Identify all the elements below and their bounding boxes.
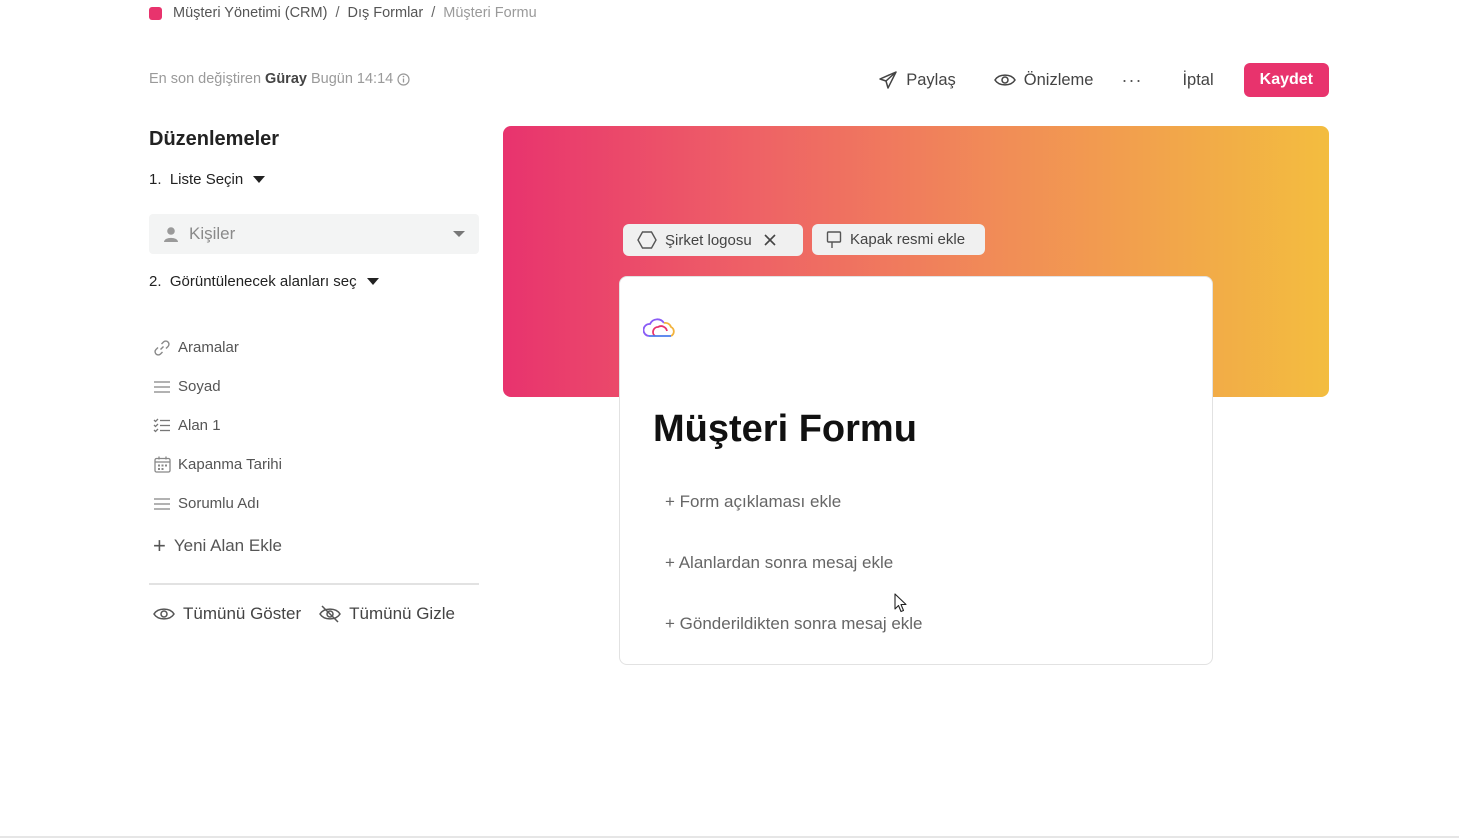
checklist-icon: [152, 418, 172, 433]
field-label: Kapanma Tarihi: [178, 456, 282, 473]
eye-icon: [993, 74, 1016, 86]
field-item-soyad[interactable]: Soyad: [152, 367, 282, 406]
workspace-color-dot: [149, 6, 162, 20]
form-title[interactable]: Müşteri Formu: [653, 408, 917, 451]
send-icon: [879, 71, 897, 89]
add-message-after-submit[interactable]: + Gönderildikten sonra mesaj ekle: [665, 614, 923, 634]
hexagon-icon: [637, 231, 657, 249]
caret-down-icon[interactable]: [366, 278, 379, 285]
add-cover-label: Kapak resmi ekle: [850, 231, 966, 248]
breadcrumb-current: Müşteri Formu: [443, 5, 537, 21]
cloud-logo-icon[interactable]: [642, 317, 677, 344]
mouse-cursor-icon: [894, 593, 908, 618]
show-all-button[interactable]: Tümünü Göster: [153, 604, 301, 624]
step-select-fields-label: 2. Görüntülenecek alanları seç: [149, 273, 357, 290]
person-icon: [164, 226, 178, 242]
hide-all-button[interactable]: Tümünü Gizle: [319, 604, 455, 624]
field-item-alan-1[interactable]: Alan 1: [152, 406, 282, 445]
field-label: Soyad: [178, 378, 221, 395]
field-label: Sorumlu Adı: [178, 495, 260, 512]
panel-title: Düzenlemeler: [149, 128, 280, 150]
top-toolbar: Paylaş Önizleme ··· İptal Kaydet: [878, 63, 1329, 97]
company-logo-label: Şirket logosu: [665, 231, 752, 249]
last-modified-time: Bugün 14:14: [310, 71, 394, 87]
edit-panel: Düzenlemeler 1. Liste Seçin Kişiler 2. G…: [149, 128, 479, 623]
step-select-list-label: 1. Liste Seçin: [149, 171, 244, 188]
cancel-button[interactable]: İptal: [1182, 71, 1213, 90]
add-form-description[interactable]: + Form açıklaması ekle: [665, 492, 841, 512]
close-icon[interactable]: [764, 234, 784, 246]
plus-icon: +: [153, 533, 166, 558]
share-label: Paylaş: [906, 70, 956, 89]
eye-icon: [153, 608, 175, 620]
preview-label: Önizleme: [1023, 70, 1094, 89]
add-message-after-fields[interactable]: + Alanlardan sonra mesaj ekle: [665, 553, 893, 573]
field-label: Aramalar: [178, 339, 239, 356]
add-new-field-button[interactable]: + Yeni Alan Ekle: [153, 533, 282, 559]
step-select-list[interactable]: 1. Liste Seçin: [149, 171, 266, 188]
breadcrumb-crm[interactable]: Müşteri Yönetimi (CRM): [173, 5, 327, 21]
last-modified-user: Güray: [265, 71, 307, 87]
field-label: Alan 1: [178, 417, 221, 434]
hide-all-label: Tümünü Gizle: [349, 604, 455, 623]
add-new-field-label: Yeni Alan Ekle: [173, 536, 282, 555]
breadcrumb-external-forms[interactable]: Dış Formlar: [347, 5, 423, 21]
preview-button[interactable]: Önizleme: [993, 70, 1094, 90]
list-select-dropdown[interactable]: Kişiler: [149, 214, 479, 254]
show-all-label: Tümünü Göster: [183, 604, 302, 623]
form-card: Müşteri Formu + Form açıklaması ekle + A…: [619, 276, 1213, 665]
chevron-down-icon: [453, 231, 465, 237]
breadcrumb-separator: /: [431, 5, 436, 21]
visibility-controls: Tümünü Göster Tümünü Gizle: [153, 604, 455, 624]
breadcrumb: Müşteri Yönetimi (CRM) / Dış Formlar / M…: [149, 5, 537, 21]
cover-image-icon: [826, 230, 842, 248]
last-modified-info: En son değiştiren Güray Bugün 14:14: [149, 71, 410, 87]
panel-divider: [149, 583, 479, 585]
list-select-value: Kişiler: [189, 224, 236, 243]
calendar-icon: [152, 456, 172, 473]
company-logo-chip[interactable]: Şirket logosu: [623, 224, 803, 256]
info-icon[interactable]: [397, 72, 410, 86]
last-modified-prefix: En son değiştiren: [149, 71, 262, 87]
eye-off-icon: [319, 605, 341, 623]
link-icon: [152, 339, 172, 357]
text-lines-icon: [152, 497, 172, 511]
more-options-button[interactable]: ···: [1121, 70, 1142, 91]
share-button[interactable]: Paylaş: [878, 70, 956, 90]
save-button[interactable]: Kaydet: [1243, 63, 1329, 97]
add-cover-image-chip[interactable]: Kapak resmi ekle: [812, 224, 985, 255]
step-select-fields[interactable]: 2. Görüntülenecek alanları seç: [149, 273, 379, 290]
field-item-sorumlu-adi[interactable]: Sorumlu Adı: [152, 484, 282, 523]
text-lines-icon: [152, 380, 172, 394]
breadcrumb-separator: /: [335, 5, 340, 21]
field-item-aramalar[interactable]: Aramalar: [152, 328, 282, 367]
field-item-kapanma-tarihi[interactable]: Kapanma Tarihi: [152, 445, 282, 484]
field-list: Aramalar Soyad Alan 1 Kapanma Tarihi Sor…: [152, 328, 282, 523]
caret-down-icon[interactable]: [253, 176, 266, 183]
